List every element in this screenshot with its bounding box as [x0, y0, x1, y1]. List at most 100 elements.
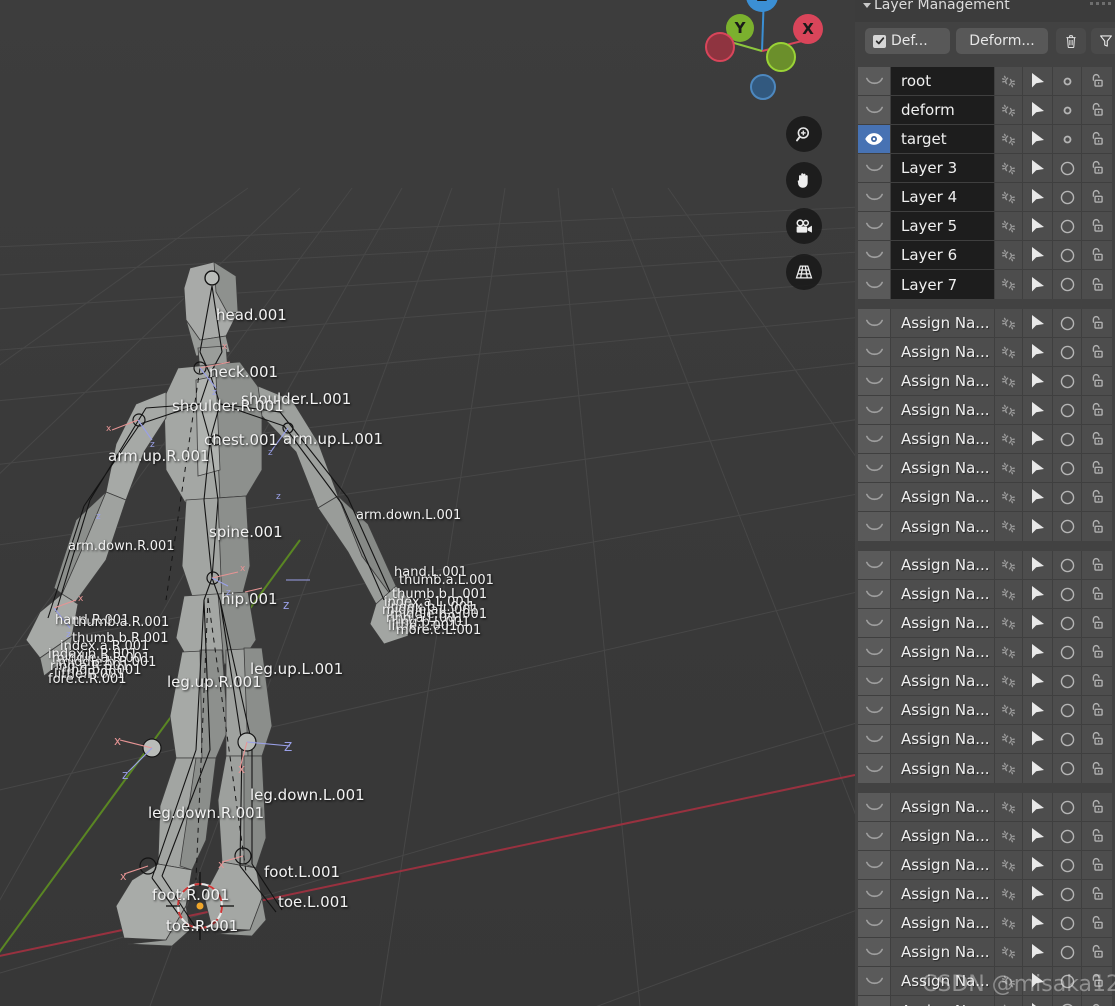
layer-merge-button[interactable] — [995, 909, 1023, 937]
panel-grip-handle[interactable] — [1090, 2, 1111, 5]
layer-ring-button[interactable] — [1053, 580, 1082, 608]
layer-lock-button[interactable] — [1082, 154, 1112, 182]
layer-select-button[interactable] — [1023, 512, 1053, 541]
layer-lock-button[interactable] — [1082, 667, 1112, 695]
layer-name[interactable]: Assign Na... — [891, 996, 995, 1006]
layer-row[interactable]: Assign Na... — [858, 880, 1112, 909]
layer-select-button[interactable] — [1023, 696, 1053, 724]
layer-visibility-toggle[interactable] — [858, 909, 891, 937]
layer-row[interactable]: Assign Na... — [858, 483, 1112, 512]
layer-select-button[interactable] — [1023, 125, 1053, 153]
layer-visibility-toggle[interactable] — [858, 880, 891, 908]
layer-row[interactable]: Assign Na... — [858, 454, 1112, 483]
layer-visibility-toggle[interactable] — [858, 270, 891, 299]
layer-row[interactable]: Assign Na... — [858, 793, 1112, 822]
layer-lock-button[interactable] — [1082, 396, 1112, 424]
layer-row[interactable]: Assign Na... — [858, 425, 1112, 454]
layer-ring-button[interactable] — [1053, 667, 1082, 695]
layer-name[interactable]: Layer 7 — [891, 270, 995, 299]
layer-merge-button[interactable] — [995, 125, 1023, 153]
layer-name[interactable]: Assign Na... — [891, 667, 995, 695]
layer-row[interactable]: Layer 5 — [858, 212, 1112, 241]
layer-name[interactable]: Assign Na... — [891, 909, 995, 937]
layer-select-button[interactable] — [1023, 909, 1053, 937]
layer-ring-button[interactable] — [1053, 793, 1082, 821]
layer-row[interactable]: deform — [858, 96, 1112, 125]
layer-name[interactable]: Layer 3 — [891, 154, 995, 182]
pan-tool-button[interactable] — [786, 162, 822, 198]
layer-row[interactable]: Assign Na... — [858, 725, 1112, 754]
layer-ring-button[interactable] — [1053, 241, 1082, 269]
layer-select-button[interactable] — [1023, 270, 1053, 299]
default-layers-button[interactable]: Def... — [865, 28, 950, 54]
layer-ring-button[interactable] — [1053, 367, 1082, 395]
layer-row[interactable]: Assign Na... — [858, 396, 1112, 425]
layer-name[interactable]: Assign Na... — [891, 580, 995, 608]
layer-merge-button[interactable] — [995, 270, 1023, 299]
layer-visibility-toggle[interactable] — [858, 793, 891, 821]
layer-row[interactable]: Assign Na... — [858, 512, 1112, 541]
layer-visibility-toggle[interactable] — [858, 338, 891, 366]
layer-row[interactable]: Assign Na... — [858, 754, 1112, 783]
layer-select-button[interactable] — [1023, 580, 1053, 608]
layer-ring-button[interactable] — [1053, 696, 1082, 724]
layer-select-button[interactable] — [1023, 793, 1053, 821]
layer-row[interactable]: Assign Na... — [858, 580, 1112, 609]
layer-ring-button[interactable] — [1053, 967, 1082, 995]
layer-visibility-toggle[interactable] — [858, 309, 891, 337]
layer-ring-button[interactable] — [1053, 338, 1082, 366]
layer-lock-button[interactable] — [1082, 212, 1112, 240]
layer-ring-button[interactable] — [1053, 938, 1082, 966]
gizmo-ball-z-negative[interactable] — [750, 74, 776, 100]
layer-visibility-toggle[interactable] — [858, 212, 891, 240]
layer-lock-button[interactable] — [1082, 822, 1112, 850]
layer-select-button[interactable] — [1023, 725, 1053, 753]
layer-name[interactable]: Layer 4 — [891, 183, 995, 211]
layer-merge-button[interactable] — [995, 667, 1023, 695]
layer-merge-button[interactable] — [995, 454, 1023, 482]
layer-name[interactable]: Assign Na... — [891, 880, 995, 908]
layer-row[interactable]: Assign Na... — [858, 967, 1112, 996]
layer-name[interactable]: Layer 5 — [891, 212, 995, 240]
layer-select-button[interactable] — [1023, 367, 1053, 395]
layer-merge-button[interactable] — [995, 851, 1023, 879]
layer-list[interactable]: root deform target Layer 3 Layer 4 Layer 5 Lay… — [855, 67, 1115, 1006]
layer-row[interactable]: Assign Na... — [858, 338, 1112, 367]
layer-select-button[interactable] — [1023, 754, 1053, 783]
layer-ring-button[interactable] — [1053, 909, 1082, 937]
perspective-toggle-button[interactable] — [786, 254, 822, 290]
layer-merge-button[interactable] — [995, 396, 1023, 424]
layer-lock-button[interactable] — [1082, 996, 1112, 1006]
layer-visibility-toggle[interactable] — [858, 67, 891, 95]
layer-merge-button[interactable] — [995, 551, 1023, 579]
layer-name[interactable]: Assign Na... — [891, 967, 995, 995]
layer-row[interactable]: Assign Na... — [858, 367, 1112, 396]
layer-merge-button[interactable] — [995, 67, 1023, 95]
layer-lock-button[interactable] — [1082, 609, 1112, 637]
layer-ring-button[interactable] — [1053, 154, 1082, 182]
layer-ring-button[interactable] — [1053, 309, 1082, 337]
layer-name[interactable]: Assign Na... — [891, 309, 995, 337]
default-checkbox[interactable] — [873, 34, 886, 48]
layer-merge-button[interactable] — [995, 822, 1023, 850]
layer-select-button[interactable] — [1023, 396, 1053, 424]
layer-visibility-toggle[interactable] — [858, 967, 891, 995]
layer-ring-button[interactable] — [1053, 425, 1082, 453]
layer-merge-button[interactable] — [995, 938, 1023, 966]
layer-lock-button[interactable] — [1082, 880, 1112, 908]
layer-row[interactable]: root — [858, 67, 1112, 96]
layer-name[interactable]: target — [891, 125, 995, 153]
layer-select-button[interactable] — [1023, 241, 1053, 269]
layer-ring-button[interactable] — [1053, 512, 1082, 541]
layer-select-button[interactable] — [1023, 996, 1053, 1006]
layer-select-button[interactable] — [1023, 483, 1053, 511]
layer-row[interactable]: Layer 6 — [858, 241, 1112, 270]
layer-name[interactable]: root — [891, 67, 995, 95]
layer-row[interactable]: Layer 7 — [858, 270, 1112, 299]
layer-ring-button[interactable] — [1053, 754, 1082, 783]
layer-visibility-toggle[interactable] — [858, 154, 891, 182]
layer-lock-button[interactable] — [1082, 483, 1112, 511]
layer-lock-button[interactable] — [1082, 725, 1112, 753]
layer-row[interactable]: Assign Na... — [858, 996, 1112, 1006]
layer-merge-button[interactable] — [995, 880, 1023, 908]
